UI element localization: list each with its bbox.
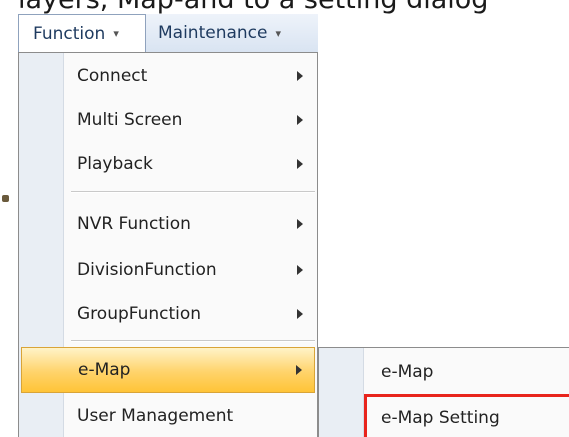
menu-item-label: GroupFunction bbox=[77, 304, 202, 324]
menu-item-division-function[interactable]: DivisionFunction bbox=[19, 247, 317, 293]
menu-item-label: Multi Screen bbox=[77, 110, 183, 130]
menu-item-playback[interactable]: Playback bbox=[19, 141, 317, 187]
menu-item-label: Connect bbox=[77, 66, 148, 86]
background-document-text: layers, Map-and to a setting dialog bbox=[18, 0, 488, 15]
menu-item-user-management[interactable]: User Management bbox=[19, 393, 317, 437]
menu-item-group-function[interactable]: GroupFunction bbox=[19, 291, 317, 337]
menubar-function[interactable]: Function ▾ bbox=[18, 14, 146, 52]
screenshot-canvas: layers, Map-and to a setting dialog Func… bbox=[0, 0, 569, 437]
menu-item-label: e-Map bbox=[78, 360, 131, 380]
menu-item-connect[interactable]: Connect bbox=[19, 53, 317, 99]
menu-separator bbox=[71, 340, 315, 342]
menu-separator bbox=[71, 191, 315, 193]
menu-item-label: Playback bbox=[77, 154, 153, 174]
menubar-maintenance-label: Maintenance bbox=[158, 23, 268, 43]
menu-item-label: User Management bbox=[77, 406, 234, 426]
submenu-item-e-map[interactable]: e-Map bbox=[319, 350, 569, 396]
submenu-arrow-icon bbox=[297, 71, 303, 81]
submenu-item-label: e-Map bbox=[381, 362, 434, 382]
menu-bar: Function ▾ Maintenance ▾ bbox=[18, 14, 318, 53]
menu-item-label: NVR Function bbox=[77, 214, 191, 234]
background-mark bbox=[2, 195, 9, 202]
function-menu: Connect Multi Screen Playback NVR Functi… bbox=[18, 52, 318, 437]
menubar-maintenance[interactable]: Maintenance ▾ bbox=[158, 14, 318, 52]
menu-item-e-map[interactable]: e-Map bbox=[21, 347, 315, 393]
menu-item-nvr-function[interactable]: NVR Function bbox=[19, 201, 317, 247]
submenu-arrow-icon bbox=[297, 159, 303, 169]
menubar-function-label: Function bbox=[33, 23, 106, 44]
chevron-down-icon: ▾ bbox=[275, 26, 282, 40]
annotation-highlight-box bbox=[364, 394, 569, 437]
chevron-down-icon: ▾ bbox=[113, 27, 119, 40]
submenu-arrow-icon bbox=[297, 265, 303, 275]
submenu-arrow-icon bbox=[297, 115, 303, 125]
submenu-arrow-icon bbox=[297, 309, 303, 319]
submenu-arrow-icon bbox=[297, 219, 303, 229]
menu-item-multi-screen[interactable]: Multi Screen bbox=[19, 97, 317, 143]
menu-item-label: DivisionFunction bbox=[77, 260, 217, 280]
submenu-arrow-icon bbox=[296, 365, 302, 375]
